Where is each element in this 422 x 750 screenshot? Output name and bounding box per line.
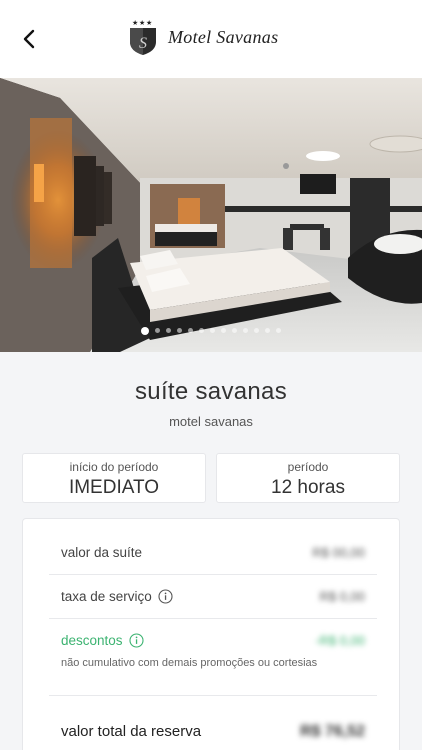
start-period-value: IMEDIATO [68, 477, 160, 498]
gallery-dot[interactable] [155, 328, 160, 333]
start-period-box[interactable]: início do período IMEDIATO [22, 453, 206, 503]
gallery-dot[interactable] [166, 328, 171, 333]
discount-value: -R$ 0,00 [315, 633, 365, 648]
suite-price-value: R$ 00,00 [312, 545, 365, 560]
period-box[interactable]: período 12 horas [216, 453, 400, 503]
svg-text:S: S [139, 35, 147, 52]
logo-wordmark: Motel Savanas [168, 26, 279, 47]
discount-label: descontos [61, 633, 123, 648]
shield-emblem-icon: ★ ★ ★ S [130, 19, 156, 55]
discount-label-wrap: descontos [61, 633, 144, 648]
price-summary-card: valor da suíte R$ 00,00 taxa de serviço … [22, 518, 400, 750]
period-label: período [287, 460, 329, 474]
gallery-dot[interactable] [199, 328, 204, 333]
svg-text:★: ★ [132, 19, 138, 27]
gallery-dot-active[interactable] [141, 326, 149, 335]
gallery-dot[interactable] [177, 328, 182, 333]
app-header: ★ ★ ★ S Motel Savanas [0, 0, 422, 78]
back-button[interactable] [14, 24, 44, 54]
start-period-label: início do período [69, 460, 159, 474]
gallery-dot[interactable] [276, 328, 281, 333]
total-value: R$ 76,52 [300, 723, 365, 740]
gallery-dot[interactable] [232, 328, 237, 333]
discount-info-icon[interactable] [128, 633, 144, 648]
room-photo-gallery[interactable] [0, 78, 422, 352]
period-value: 12 horas [271, 477, 345, 498]
gallery-dot[interactable] [221, 328, 226, 333]
service-fee-label: taxa de serviço [61, 589, 152, 604]
motel-name: motel savanas [169, 414, 253, 429]
room-photo [0, 78, 422, 352]
total-label: valor total da reserva [61, 723, 202, 740]
chevron-left-icon [23, 29, 35, 49]
suite-price-label: valor da suíte [61, 545, 143, 560]
gallery-pagination[interactable] [0, 326, 422, 335]
gallery-dot[interactable] [265, 328, 270, 333]
divider [49, 574, 377, 575]
gallery-dot[interactable] [243, 328, 248, 333]
divider [49, 618, 377, 619]
discount-note: não cumulativo com demais promoções ou c… [61, 657, 318, 669]
suite-title-block: suíte savanas motel savanas [0, 378, 422, 429]
info-icon[interactable] [158, 589, 173, 604]
suite-name: suíte savanas [135, 378, 287, 405]
service-fee-label-wrap: taxa de serviço [61, 589, 173, 604]
gallery-dot[interactable] [188, 328, 193, 333]
service-fee-value: R$ 0,00 [319, 589, 365, 604]
gallery-dot[interactable] [210, 328, 215, 333]
divider [49, 695, 377, 696]
svg-text:★: ★ [139, 19, 145, 27]
motel-logo: ★ ★ ★ S Motel Savanas [128, 18, 278, 56]
svg-text:★: ★ [146, 19, 152, 27]
gallery-dot[interactable] [254, 328, 259, 333]
